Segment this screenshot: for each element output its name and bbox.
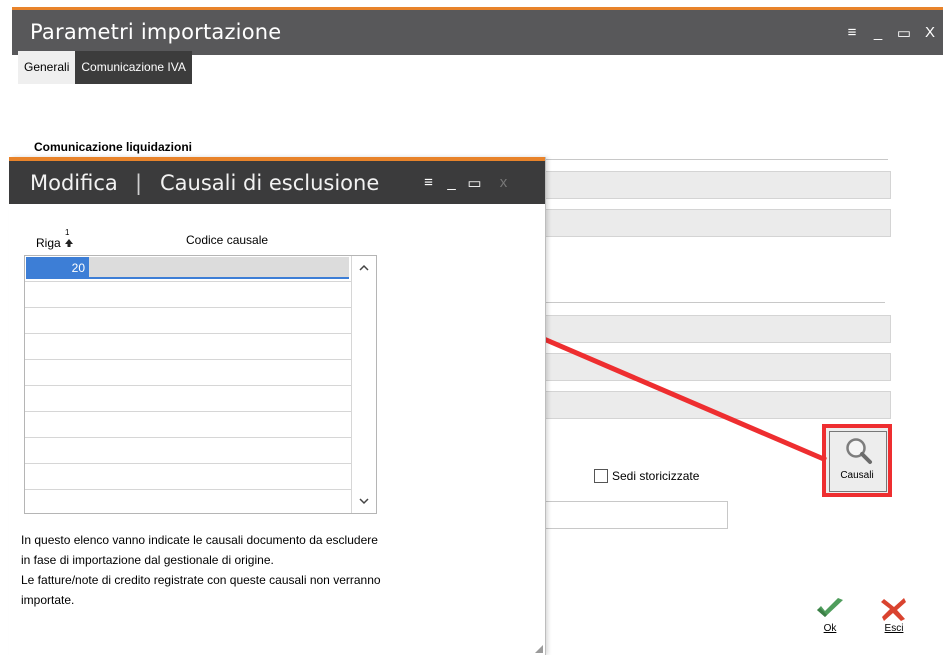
table-row[interactable] [25, 334, 351, 360]
scroll-up-icon[interactable] [352, 258, 376, 278]
sort-ascending-icon: 1 [64, 228, 74, 247]
ok-button[interactable]: Ok [814, 596, 846, 634]
close-icon[interactable]: x [492, 171, 515, 195]
causali-button-label: Causali [840, 470, 874, 481]
table-row[interactable] [25, 386, 351, 412]
section-divider [540, 302, 885, 303]
section-title: Comunicazione liquidazioni [34, 140, 193, 154]
ok-label: Ok [823, 623, 837, 634]
table-row[interactable] [25, 412, 351, 438]
menu-icon[interactable]: ≡ [417, 171, 440, 195]
checkbox-box[interactable] [594, 469, 608, 483]
close-icon[interactable]: X [917, 21, 943, 45]
maximize-icon[interactable]: ▭ [463, 171, 486, 195]
help-line: Le fatture/note di credito registrate co… [21, 573, 381, 587]
esci-label: Esci [884, 623, 904, 634]
window-title: Parametri importazione [30, 20, 282, 44]
table-row[interactable] [25, 464, 351, 490]
help-line: in fase di importazione dal gestionale d… [21, 553, 274, 567]
input-field[interactable] [540, 391, 891, 419]
help-line: importate. [21, 593, 75, 607]
input-field[interactable] [540, 315, 891, 343]
input-field[interactable] [540, 501, 728, 529]
table-row[interactable]: 20 [25, 256, 351, 282]
column-header-riga-label: Riga [36, 236, 61, 250]
codice-causale-cell[interactable] [89, 257, 349, 279]
dialog-titlebar: Modifica | Causali di esclusione ≡ _ ▭ x [9, 161, 545, 204]
minimize-icon[interactable]: _ [440, 171, 463, 195]
column-header-codice[interactable]: Codice causale [186, 233, 268, 247]
table-row[interactable] [25, 282, 351, 308]
input-field[interactable] [540, 353, 891, 381]
sedi-storicizzate-checkbox[interactable]: Sedi storicizzate [594, 469, 699, 483]
dialog-mode-title: Modifica [30, 171, 118, 195]
maximize-icon[interactable]: ▭ [891, 21, 917, 45]
title-separator: | [135, 171, 143, 195]
riga-cell[interactable]: 20 [26, 257, 89, 279]
scroll-down-icon[interactable] [352, 491, 376, 511]
menu-icon[interactable]: ≡ [839, 21, 865, 45]
dialog-window-controls: ≡ _ ▭ x [417, 161, 515, 204]
vertical-scrollbar[interactable] [351, 256, 376, 513]
checkmark-icon [817, 598, 843, 617]
window-controls: ≡ _ ▭ X [839, 10, 943, 55]
input-field[interactable] [540, 209, 891, 237]
causali-button[interactable]: Causali [822, 424, 892, 497]
tab-bar: Generali Comunicazione IVA [18, 51, 192, 84]
tab-comunicazione-iva[interactable]: Comunicazione IVA [75, 51, 192, 84]
search-icon [846, 438, 872, 464]
sort-index: 1 [65, 228, 70, 237]
causali-grid[interactable]: 20 [24, 255, 377, 514]
help-line: In questo elenco vanno indicate le causa… [21, 533, 378, 547]
table-row[interactable] [25, 438, 351, 464]
table-row[interactable] [25, 360, 351, 386]
cancel-x-icon [881, 598, 906, 621]
tab-generali[interactable]: Generali [18, 51, 76, 84]
main-titlebar: Parametri importazione ≡ _ ▭ X [12, 10, 943, 55]
help-text: In questo elenco vanno indicate le causa… [21, 530, 381, 610]
dialog-title: Causali di esclusione [160, 171, 380, 195]
checkbox-label: Sedi storicizzate [612, 469, 700, 483]
esci-button[interactable]: Esci [880, 596, 908, 634]
resize-grip-icon[interactable] [535, 645, 543, 653]
table-row[interactable] [25, 308, 351, 334]
input-field[interactable] [540, 171, 891, 199]
column-header-riga[interactable]: Riga 1 [36, 228, 74, 250]
minimize-icon[interactable]: _ [865, 21, 891, 45]
